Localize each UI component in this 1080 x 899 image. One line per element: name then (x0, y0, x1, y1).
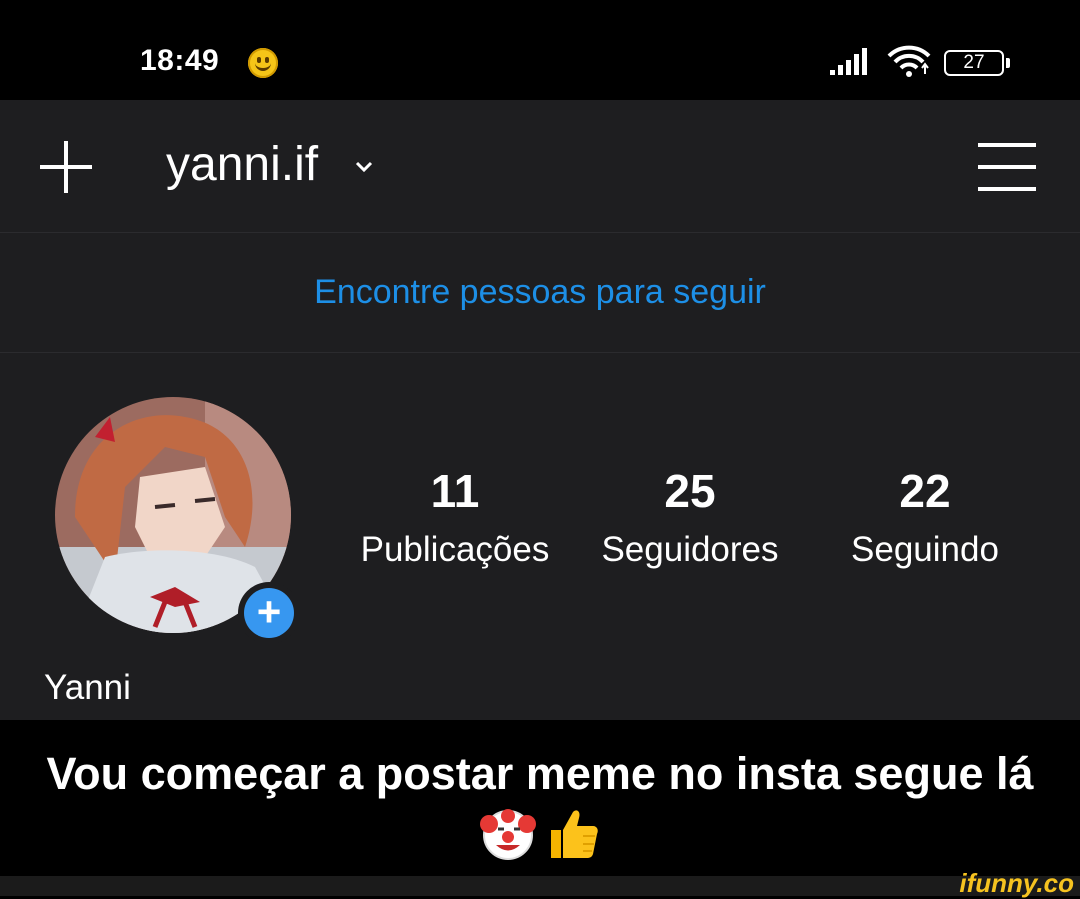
chevron-down-icon[interactable] (355, 161, 373, 173)
stat-posts-label: Publicações (360, 530, 550, 569)
stat-posts[interactable]: 11 Publicações (335, 462, 575, 580)
smiley-icon (248, 48, 278, 78)
display-name: Yanni (44, 668, 131, 707)
status-time: 18:49 (140, 44, 220, 77)
stat-followers-count: 25 (664, 465, 716, 517)
stat-followers[interactable]: 25 Seguidores (570, 462, 810, 580)
username-title[interactable]: yanni.if (166, 137, 318, 192)
battery-icon: 27 (944, 50, 1004, 76)
clown-emoji-icon (480, 809, 536, 860)
caption-emoji (0, 804, 1080, 862)
thumbs-up-emoji-icon (551, 810, 598, 858)
top-bar (0, 100, 1080, 233)
battery-tip (1006, 58, 1010, 68)
ifunny-watermark: ifunny.co (959, 868, 1074, 898)
stat-posts-count: 11 (430, 465, 480, 517)
stat-following-label: Seguindo (851, 530, 999, 569)
find-people-link[interactable]: Encontre pessoas para seguir (314, 273, 766, 312)
caption-text: Vou começar a postar meme no insta segue… (46, 748, 1034, 799)
plus-icon[interactable] (38, 139, 94, 195)
stat-followers-label: Seguidores (601, 530, 779, 569)
footer-strip (0, 876, 1080, 896)
stat-following-count: 22 (899, 465, 951, 517)
wifi-icon (887, 45, 931, 77)
signal-icon (830, 48, 867, 75)
add-story-button[interactable]: + (238, 582, 300, 644)
stat-following[interactable]: 22 Seguindo (805, 462, 1045, 580)
find-people-banner: Encontre pessoas para seguir (0, 233, 1080, 353)
add-story-icon: + (244, 588, 294, 638)
menu-icon[interactable] (978, 142, 1036, 192)
meme-caption: Vou começar a postar meme no insta segue… (0, 720, 1080, 876)
